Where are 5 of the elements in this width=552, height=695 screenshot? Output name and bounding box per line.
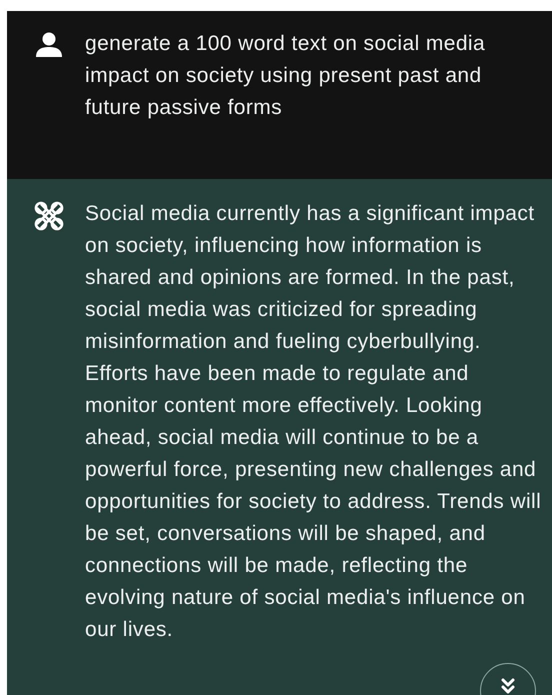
message-text: generate a 100 word text on social media impact on society using present past and future passive forms — [85, 31, 486, 121]
user-icon — [35, 32, 63, 58]
knot-logo-icon — [33, 200, 65, 232]
double-chevron-down-icon — [500, 678, 516, 694]
message-text: Social media currently has a significant impact on society, influencing how information is shared and opinions are formed. In the past, social media was criticized for spreading misinformation and fueling cyberbullying. Efforts have been made to regulate and monitor content more effectively. Looking ahead, social media will continue to be a powerful force, presenting new challenges and opportunities for society to address. Trends will be set, conversations will be shaped, and connections will be made, reflecting the evolving nature of social media's influence on our lives. — [85, 201, 542, 643]
